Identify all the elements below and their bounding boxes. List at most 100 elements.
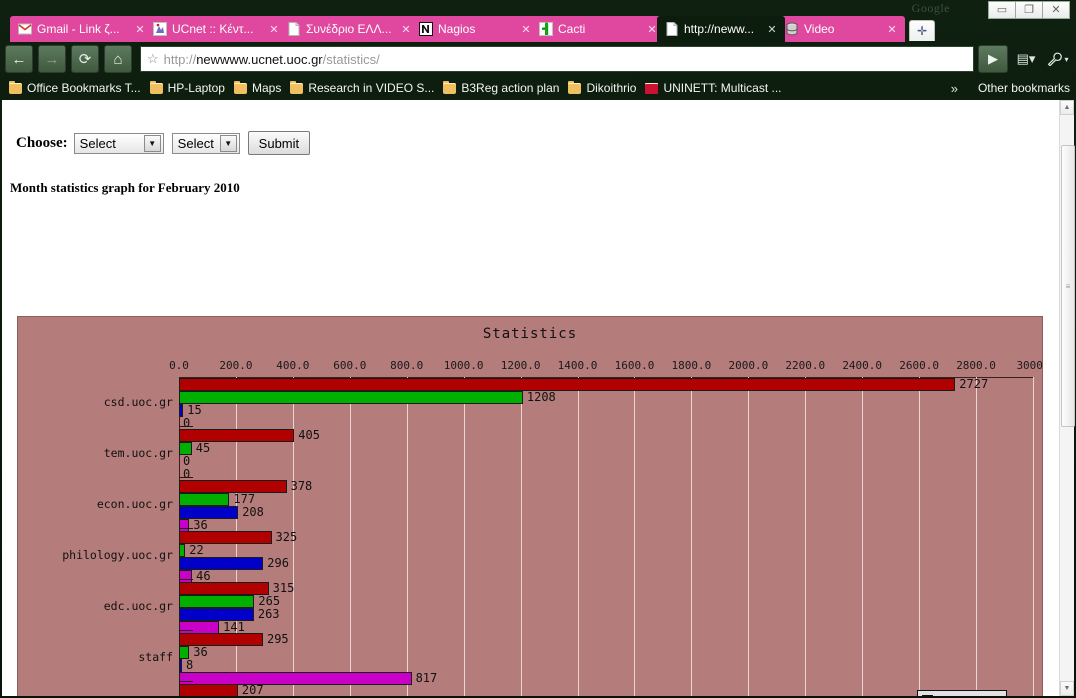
gridline-6: [520, 377, 522, 696]
new-tab-button[interactable]: ✛: [909, 20, 935, 41]
page-menu-icon[interactable]: ▤▾: [1012, 46, 1040, 72]
other-bookmarks-folder[interactable]: Other bookmarks: [978, 81, 1070, 95]
chevron-down-icon[interactable]: ▼: [219, 134, 237, 152]
select-period-value: Select: [177, 135, 214, 151]
bookmark-item-6[interactable]: Dikoithrio: [568, 80, 636, 95]
gridline-7: [577, 377, 579, 696]
select-department[interactable]: Select ▼: [73, 132, 164, 154]
tab-strip: Gmail - Link ζ... ✕ UCnet :: Κέντ... ✕ Συνέδ…: [0, 16, 1076, 42]
bar-vpn-staff: [179, 633, 263, 646]
gridline-9: [691, 377, 693, 696]
scroll-up-arrow[interactable]: ▲: [1060, 100, 1074, 115]
folder-icon: [290, 80, 304, 94]
bookmarks-overflow-icon[interactable]: »: [951, 81, 958, 96]
go-button[interactable]: ▶: [978, 45, 1008, 73]
bar-value-wifi-www-csd.uoc.gr: 15: [187, 403, 202, 417]
gridline-14: [976, 377, 978, 696]
scroll-down-arrow[interactable]: ▼: [1060, 681, 1074, 696]
gridline-3: [349, 377, 351, 696]
gridline-4: [406, 377, 408, 696]
group-separator-4: [179, 579, 193, 580]
x-tick-label-4: 800.0: [390, 359, 424, 372]
x-tick-label-5: 1000.0: [443, 359, 484, 372]
category-label-2: econ.uoc.gr: [96, 496, 173, 511]
wrench-menu-icon[interactable]: ▾: [1044, 46, 1072, 72]
page-icon: [287, 22, 301, 36]
bar-value-wifi-www-econ.uoc.gr: 208: [242, 505, 264, 519]
submit-button[interactable]: Submit: [247, 131, 311, 155]
legend-item-vpn: vpn: [922, 694, 1002, 696]
bar-value-wifi-vpn-edc.uoc.gr: 265: [258, 594, 281, 608]
bookmark-label: B3Reg action plan: [461, 81, 560, 95]
folder-icon: [568, 80, 582, 94]
browser-tab-5[interactable]: Cacti ✕: [531, 16, 665, 42]
wrench-glyph: [1048, 52, 1063, 66]
tab-close-icon[interactable]: ✕: [885, 23, 899, 36]
x-tick-label-9: 1800.0: [671, 359, 712, 372]
folder-icon: [233, 80, 247, 94]
home-button[interactable]: ⌂: [104, 45, 132, 73]
tab-label: Συνέδριο ΕΛΛ...: [306, 22, 392, 36]
page-title: Month statistics graph for February 2010: [10, 180, 240, 195]
bookmark-item-2[interactable]: HP-Laptop: [149, 80, 225, 95]
browser-tab-4[interactable]: Nagios ✕: [411, 16, 539, 42]
bookmark-label: HP-Laptop: [167, 81, 225, 95]
chart-title: Statistics: [482, 326, 578, 342]
gridline-13: [919, 377, 921, 696]
category-label-5: staff: [138, 649, 173, 664]
bookmark-item-4[interactable]: Research in VIDEO S...: [290, 80, 434, 95]
folder-icon: [9, 80, 22, 94]
bar-wifi-vpn-csd.uoc.gr: [179, 391, 523, 404]
gridline-11: [805, 377, 807, 696]
browser-tab-7[interactable]: Video ✕: [777, 16, 905, 42]
bar-value-wifi-vpn-econ.uoc.gr: 177: [233, 492, 256, 506]
bookmark-item-5[interactable]: B3Reg action plan: [443, 80, 560, 95]
title-bar: Google ▭ ❐ ✕: [0, 0, 1076, 19]
bookmark-item-3[interactable]: Maps: [233, 80, 282, 95]
group-separator-6: [179, 681, 193, 682]
x-tick-label-7: 1400.0: [557, 359, 598, 372]
navigation-toolbar: ← → ⟳ ⌂ ☆ http://newwww.ucnet.uoc.gr/sta…: [0, 42, 1076, 76]
gridline-15: [1033, 377, 1034, 696]
tab-label: Video: [804, 22, 835, 36]
bar-value-wifi-vpn-staff: 36: [193, 645, 208, 659]
plot-area: 2727 1208 15 0 405 45 0 0 378 177 208 36 325 22 296 46 3…: [179, 377, 1034, 696]
browser-tab-2[interactable]: UCnet :: Κέντ... ✕: [145, 16, 287, 42]
reload-button[interactable]: ⟳: [71, 45, 99, 73]
chevron-down-icon[interactable]: ▼: [143, 134, 161, 152]
bar-value-wifi-vpn-philology.uoc.gr: 22: [189, 543, 204, 557]
browser-tab-1[interactable]: Gmail - Link ζ... ✕: [10, 16, 153, 42]
bookmark-label: Office Bookmarks T...: [27, 81, 141, 95]
x-tick-label-10: 2000.0: [728, 359, 769, 372]
browser-tab-3[interactable]: Συνέδριο ΕΛΛ... ✕: [279, 16, 419, 42]
bookmark-star-icon[interactable]: ☆: [147, 51, 159, 67]
bookmark-label: Maps: [251, 81, 282, 95]
bar-value-dialup-econ.uoc.gr: 36: [193, 518, 208, 532]
bar-vpn-edc.uoc.gr: [179, 582, 269, 595]
choose-label: Choose:: [16, 134, 68, 151]
tab-label: Cacti: [558, 22, 586, 36]
legend-swatch-icon: [922, 695, 933, 696]
group-separator-2: [179, 477, 193, 478]
address-bar[interactable]: ☆ http://newwww.ucnet.uoc.gr/statistics/: [140, 46, 974, 72]
gridline-5: [463, 377, 465, 696]
select-period[interactable]: Select ▼: [171, 132, 240, 154]
bar-value-vpn-staff: 295: [266, 632, 289, 646]
x-tick-label-0: 0.0: [169, 359, 189, 372]
category-label-1: tem.uoc.gr: [103, 445, 173, 460]
uninett-icon: [645, 82, 659, 94]
category-label-3: philology.uoc.gr: [62, 547, 173, 562]
tab-close-icon[interactable]: ✕: [765, 23, 779, 36]
bar-vpn-csd.uoc.gr: [179, 378, 956, 391]
bookmark-item-1[interactable]: Office Bookmarks T...: [9, 80, 141, 95]
bookmark-item-7[interactable]: UNINETT: Multicast ...: [645, 81, 781, 95]
forward-button[interactable]: →: [38, 45, 66, 73]
vertical-scrollbar[interactable]: ▲ ≡ ▼: [1059, 100, 1075, 696]
scrollbar-thumb[interactable]: ≡: [1061, 145, 1075, 427]
bar-value-wifi-www-philology.uoc.gr: 296: [267, 556, 289, 570]
browser-tab-6[interactable]: http://neww... ✕: [657, 16, 785, 42]
bar-value-dialup-tem.uoc.gr: 0: [183, 467, 191, 481]
bar-value-vpn-edc.uoc.gr: 315: [272, 581, 295, 595]
tab-label: Gmail - Link ζ...: [37, 22, 120, 36]
back-button[interactable]: ←: [5, 45, 33, 73]
